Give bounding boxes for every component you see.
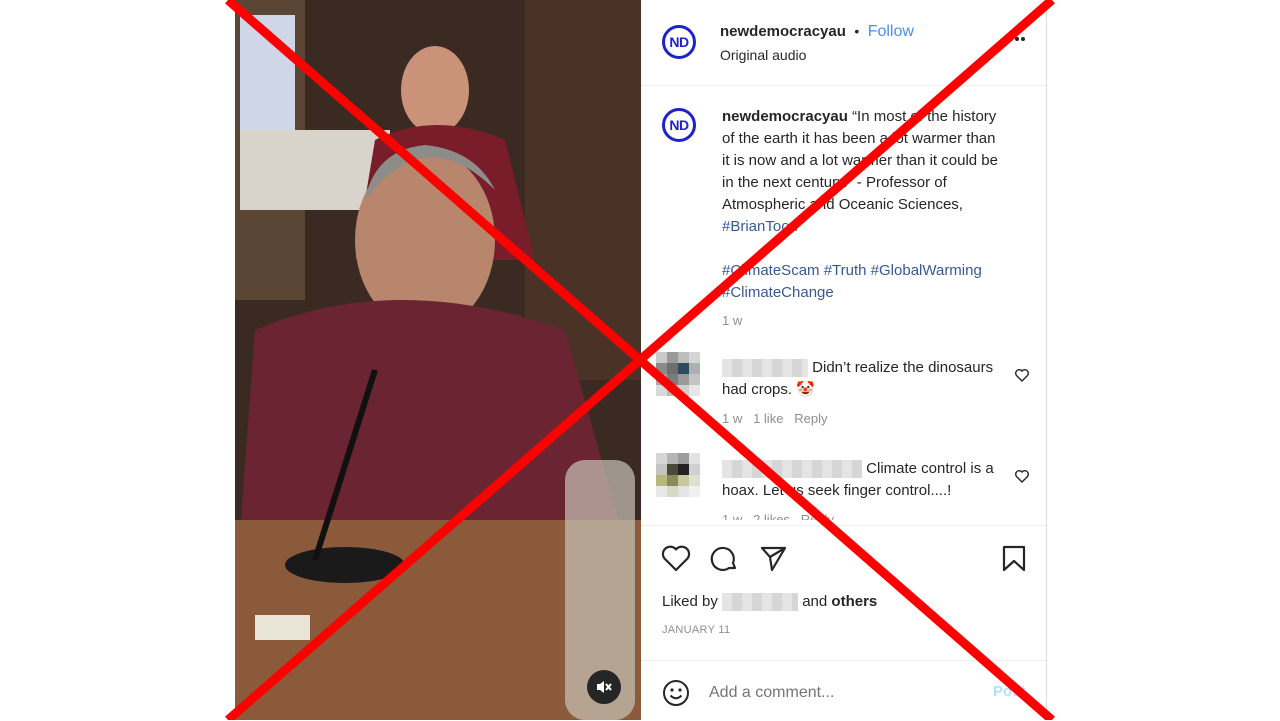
reply-button[interactable]: Reply [794,411,827,426]
liked-by-and: and [802,593,828,610]
video-player[interactable] [235,0,641,720]
post-panel: ND newdemocracyau • Follow Original audi… [641,0,1047,720]
emoji-icon[interactable] [662,679,690,707]
comment-meta: 1 w 1 like Reply [722,408,1012,430]
post-comment-button[interactable]: Post [993,683,1026,700]
hashtag-link[interactable]: #Truth [824,262,867,279]
action-bar: Liked by and others JANUARY 11 [641,525,1046,646]
share-icon[interactable] [759,544,787,572]
comment-item: Climate control is a hoax. Let us seek f… [722,458,1012,520]
liked-by-prefix: Liked by [662,593,718,610]
comment-clip: Climate control is a hoax. Let us seek f… [641,440,1046,520]
more-options-icon[interactable] [1009,36,1025,42]
liked-by: Liked by and others [662,593,877,612]
heart-icon[interactable] [661,544,691,572]
comment-icon[interactable] [709,544,739,574]
mute-button[interactable] [587,670,621,704]
comment-age: 1 w [722,512,743,520]
post-header: ND newdemocracyau • Follow Original audi… [641,0,1046,86]
hashtag-link[interactable]: #ClimateChange [722,284,834,301]
commenter-avatar[interactable] [656,352,700,396]
comment-like-icon[interactable] [1014,367,1030,383]
comment-input[interactable] [707,679,981,707]
blurred-username[interactable] [722,359,808,378]
blurred-username[interactable] [722,460,862,479]
post-date: JANUARY 11 [662,624,731,636]
bookmark-icon[interactable] [1001,544,1027,572]
comment-item: Didn’t realize the dinosaurs had crops. … [722,357,1012,430]
commenter-avatar[interactable] [656,453,700,497]
comment-likes[interactable]: 1 like [753,411,783,426]
hashtag-list: #ClimateScam #Truth #GlobalWarming #Clim… [722,260,1007,304]
blurred-liker[interactable] [722,593,799,612]
follow-button[interactable]: Follow [868,23,914,40]
mute-icon [597,681,612,693]
separator-dot: • [854,23,860,39]
hashtag-link[interactable]: #BrianToon [722,218,798,235]
comment-likes[interactable]: 2 likes [753,512,790,520]
caption-username[interactable]: newdemocracyau [722,108,848,125]
caption-avatar[interactable]: ND [662,108,696,142]
likers-link[interactable]: others [831,593,877,610]
comment-meta: 1 w 2 likes Reply [722,509,1012,520]
username-link[interactable]: newdemocracyau [720,23,846,40]
caption: newdemocracyau “In most of the history o… [722,106,1007,332]
video-frame [235,0,641,720]
reply-button[interactable]: Reply [801,512,834,520]
comment-age: 1 w [722,411,743,426]
hashtag-link[interactable]: #ClimateScam [722,262,820,279]
avatar[interactable]: ND [662,25,696,59]
audio-label[interactable]: Original audio [720,47,806,63]
add-comment-bar: Post [641,660,1046,721]
caption-age: 1 w [722,313,743,328]
hashtag-link[interactable]: #GlobalWarming [871,262,982,279]
comment-like-icon[interactable] [1014,468,1030,484]
